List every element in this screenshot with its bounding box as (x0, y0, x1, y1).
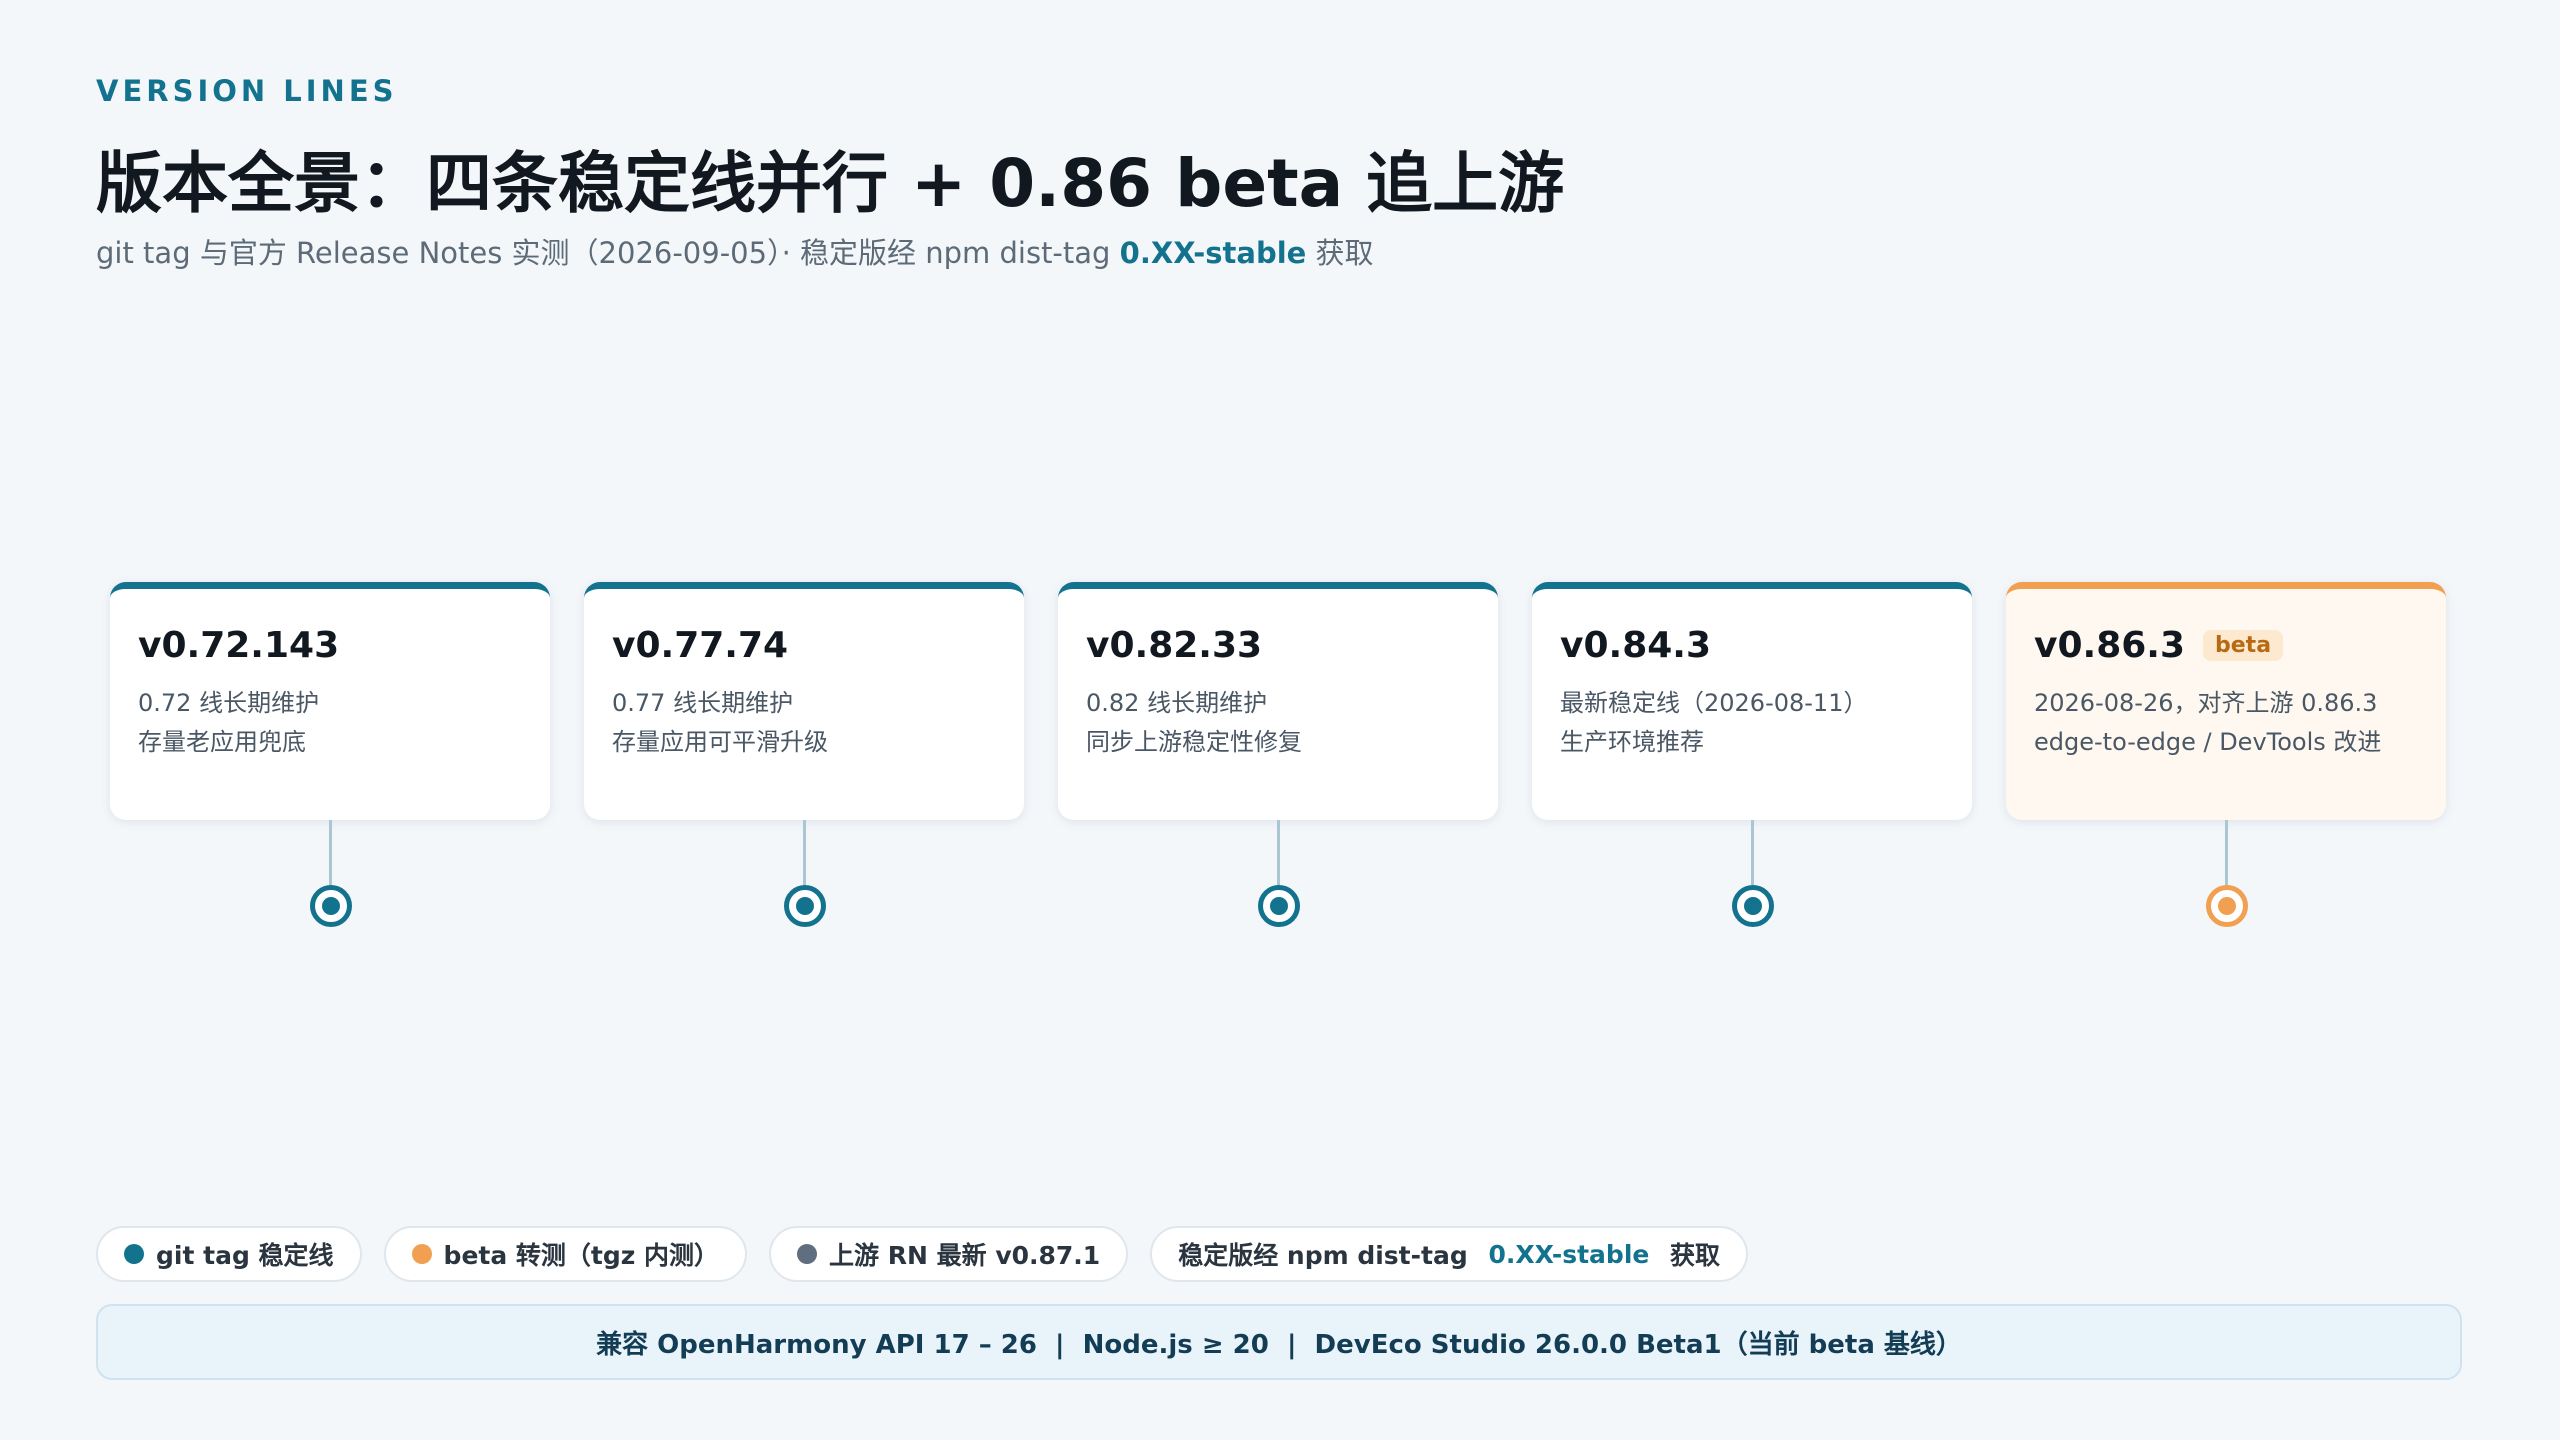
compatibility-bar: 兼容 OpenHarmony API 17 – 26 | Node.js ≥ 2… (96, 1304, 2462, 1380)
card-line-2: 生产环境推荐 (1560, 728, 1704, 756)
card-version: v0.82.33 (1086, 625, 1263, 666)
page-subtitle: git tag 与官方 Release Notes 实测（2026-09-05）… (96, 230, 1374, 272)
card-connector (2225, 820, 2228, 888)
legend-chip-beta: beta 转测（tgz 内测） (383, 1226, 748, 1282)
card-line-1: 0.82 线长期维护 (1086, 689, 1268, 717)
card-connector (1277, 820, 1280, 888)
timeline-node-0-72[interactable] (310, 885, 352, 927)
upstream-dot-icon (797, 1244, 818, 1264)
card-version: v0.72.143 (138, 625, 340, 666)
subtitle-prefix: git tag 与官方 Release Notes 实测（2026-09-05）… (96, 236, 1120, 270)
card-line-1: 2026-08-26，对齐上游 0.86.3 (2034, 689, 2378, 717)
beta-badge: beta (2203, 630, 2284, 661)
node-core (322, 897, 340, 915)
legend-label: beta 转测（tgz 内测） (443, 1241, 720, 1270)
eyebrow-label: VERSION LINES (96, 74, 398, 108)
card-version: v0.86.3 (2034, 625, 2186, 666)
note-highlight: 0.XX-stable (1488, 1239, 1650, 1269)
version-card-0-82[interactable]: v0.82.33 0.82 线长期维护 同步上游稳定性修复 (1058, 582, 1498, 820)
version-card-0-77[interactable]: v0.77.74 0.77 线长期维护 存量应用可平滑升级 (584, 582, 1024, 820)
legend-label: 上游 RN 最新 v0.87.1 (829, 1241, 1101, 1270)
stable-dot-icon (124, 1244, 144, 1264)
node-core (2218, 897, 2236, 915)
card-connector (1751, 820, 1754, 888)
card-connector (329, 820, 332, 888)
timeline-node-0-84[interactable] (1732, 885, 1774, 927)
card-line-2: 存量老应用兜底 (138, 728, 306, 756)
compatibility-text: 兼容 OpenHarmony API 17 – 26 | Node.js ≥ 2… (596, 1329, 1962, 1360)
legend-chip-stable: git tag 稳定线 (96, 1226, 362, 1282)
legend: git tag 稳定线 beta 转测（tgz 内测） 上游 RN 最新 v0.… (96, 1226, 1749, 1282)
legend-chip-npm-note: 稳定版经 npm dist-tag 0.XX-stable 获取 (1150, 1226, 1749, 1282)
card-line-1: 0.77 线长期维护 (612, 689, 794, 717)
card-line-2: edge-to-edge / DevTools 改进 (2034, 728, 2382, 756)
beta-dot-icon (411, 1244, 432, 1264)
node-core (1744, 897, 1762, 915)
card-line-2: 存量应用可平滑升级 (612, 728, 828, 756)
node-core (796, 897, 814, 915)
note-prefix: 稳定版经 npm dist-tag (1178, 1241, 1477, 1270)
version-card-0-86-beta[interactable]: v0.86.3 beta 2026-08-26，对齐上游 0.86.3 edge… (2006, 582, 2446, 820)
page-title: 版本全景：四条稳定线并行 + 0.86 beta 追上游 (96, 145, 1565, 222)
legend-label: git tag 稳定线 (156, 1241, 334, 1270)
note-suffix: 获取 (1661, 1241, 1721, 1270)
legend-chip-upstream: 上游 RN 最新 v0.87.1 (769, 1226, 1129, 1282)
timeline-node-0-77[interactable] (784, 885, 826, 927)
card-connector (803, 820, 806, 888)
timeline-node-0-86-beta[interactable] (2206, 885, 2248, 927)
version-card-0-84[interactable]: v0.84.3 最新稳定线（2026-08-11） 生产环境推荐 (1532, 582, 1972, 820)
card-line-2: 同步上游稳定性修复 (1086, 728, 1302, 756)
card-version: v0.84.3 (1560, 625, 1712, 666)
subtitle-suffix: 获取 (1306, 236, 1374, 270)
subtitle-highlight: 0.XX-stable (1119, 236, 1307, 270)
card-version: v0.77.74 (612, 625, 789, 666)
card-line-1: 最新稳定线（2026-08-11） (1560, 689, 1868, 717)
timeline-node-0-82[interactable] (1258, 885, 1300, 927)
card-line-1: 0.72 线长期维护 (138, 689, 320, 717)
node-core (1270, 897, 1288, 915)
version-card-0-72[interactable]: v0.72.143 0.72 线长期维护 存量老应用兜底 (110, 582, 550, 820)
